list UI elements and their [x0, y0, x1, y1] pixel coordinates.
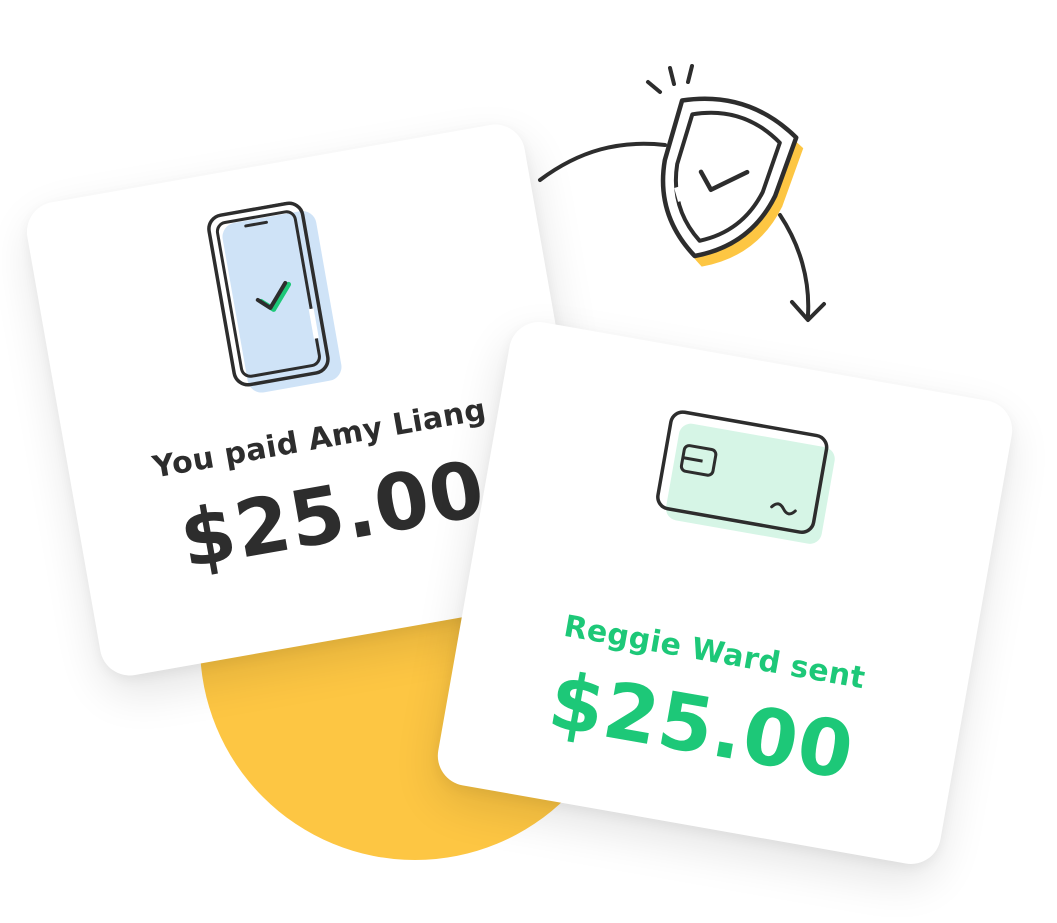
shield-arrow-decoration [538, 64, 826, 322]
shield-check-icon [660, 96, 804, 267]
arrow-line-icon [538, 141, 667, 182]
